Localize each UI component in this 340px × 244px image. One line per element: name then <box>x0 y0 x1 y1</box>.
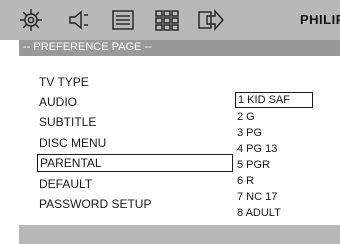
menu-item-password-setup[interactable]: PASSWORD SETUP <box>39 196 151 212</box>
dvd-setup-screen: PHILIP -- PREFERENCE PAGE -- TV TYPE AUD… <box>0 0 340 244</box>
gear-icon[interactable] <box>16 6 46 34</box>
parental-option-8[interactable]: 8 ADULT <box>237 206 281 220</box>
parental-option-3[interactable]: 3 PG <box>237 126 262 140</box>
page-header: -- PREFERENCE PAGE -- <box>19 40 340 56</box>
parental-option-4[interactable]: 4 PG 13 <box>237 142 277 156</box>
menu-item-tv-type[interactable]: TV TYPE <box>39 74 89 90</box>
menu-item-parental[interactable]: PARENTAL <box>37 154 233 172</box>
parental-option-5[interactable]: 5 PGR <box>237 158 270 172</box>
brand-logo: PHILIP <box>300 12 340 27</box>
parental-option-1[interactable]: 1 KID SAF <box>235 92 313 108</box>
menu-item-audio[interactable]: AUDIO <box>39 94 77 110</box>
setup-toolbar: PHILIP <box>0 0 340 40</box>
grid-icon[interactable] <box>152 6 182 34</box>
subtitle-icon[interactable] <box>108 6 138 34</box>
parental-option-7[interactable]: 7 NC 17 <box>237 190 277 204</box>
parental-option-6[interactable]: 6 R <box>237 174 254 188</box>
menu-item-disc-menu[interactable]: DISC MENU <box>39 135 106 151</box>
footer-bar <box>19 225 340 244</box>
parental-option-2[interactable]: 2 G <box>237 110 255 124</box>
menu-item-default[interactable]: DEFAULT <box>39 176 92 192</box>
page-title: -- PREFERENCE PAGE -- <box>23 41 152 53</box>
menu-item-subtitle[interactable]: SUBTITLE <box>39 114 96 130</box>
arrow-right-icon[interactable] <box>196 6 226 34</box>
settings-panel: TV TYPE AUDIO SUBTITLE DISC MENU PARENTA… <box>19 56 340 225</box>
speaker-icon[interactable] <box>64 6 94 34</box>
